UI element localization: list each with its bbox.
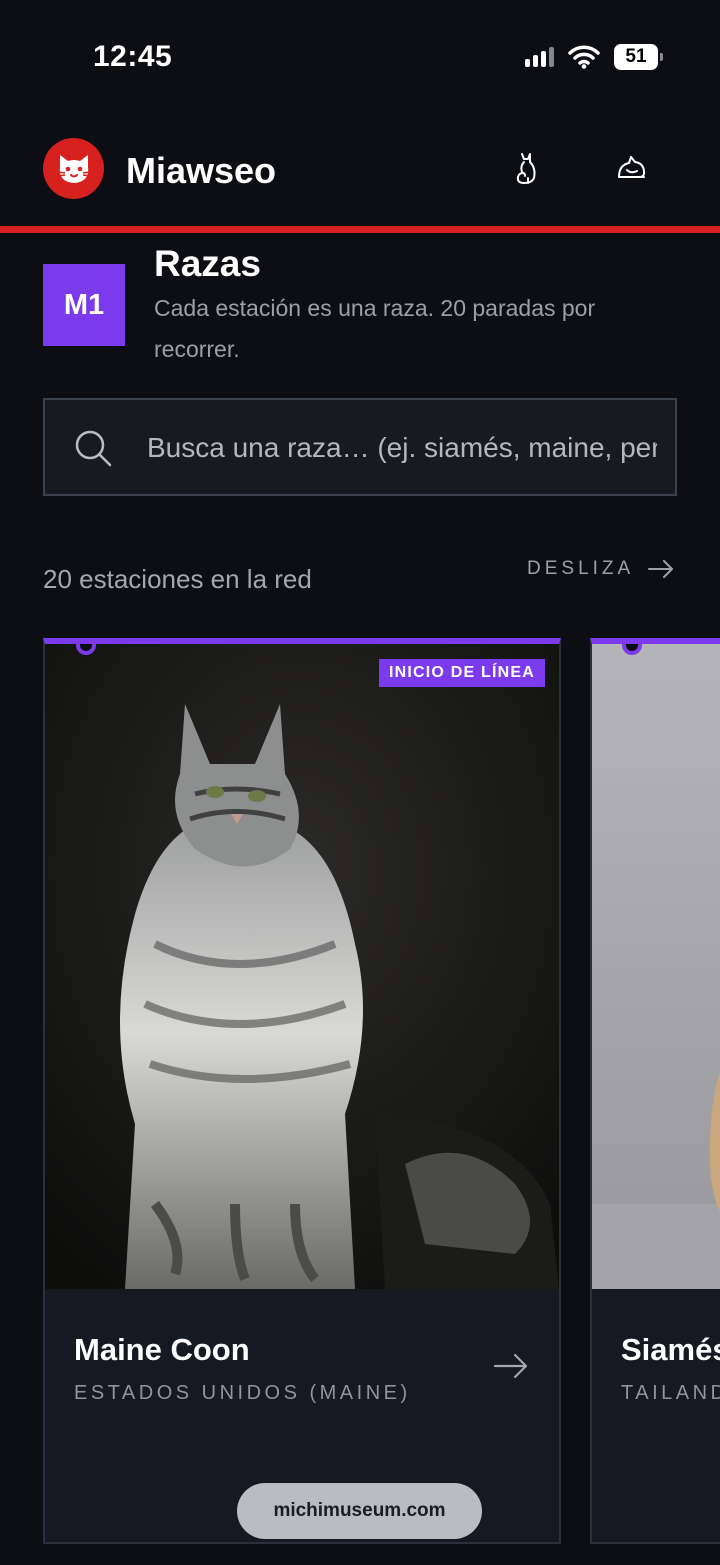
cat-sleeping-icon[interactable] [613,150,649,186]
cat-logo-icon[interactable] [43,138,104,199]
search-box[interactable] [43,398,677,496]
browser-url-bar[interactable]: michimuseum.com [237,1483,482,1539]
swipe-label: DESLIZA [527,558,635,579]
maine-coon-photo [45,644,559,1289]
page-subtitle: Cada estación es una raza. 20 paradas po… [154,295,596,362]
breed-name: Siamés [621,1332,720,1367]
header-divider [0,226,720,233]
breed-origin: ESTADOS UNIDOS (MAINE) [74,1382,411,1404]
status-icons: 51 [525,44,663,70]
battery-indicator: 51 [614,44,663,70]
search-input[interactable] [147,420,657,476]
search-icon [75,430,112,467]
breed-card[interactable]: Siamés TAILANDIA [590,638,720,1544]
arrow-right-icon [648,560,674,578]
sitting-cat-icon[interactable] [510,150,546,186]
breed-card[interactable]: INICIO DE LÍNEA Maine Coon ESTADOS UNIDO… [43,638,561,1544]
station-count: 20 estaciones en la red [43,564,312,594]
arrow-right-icon[interactable] [493,1350,529,1382]
cellular-signal-icon [525,47,554,67]
status-time: 12:45 [93,40,173,73]
line-badge: M1 [43,264,125,346]
swipe-hint[interactable]: DESLIZA [527,558,674,580]
page-title: Razas [154,243,261,284]
wifi-icon [568,45,600,69]
breed-name: Maine Coon [74,1332,250,1367]
breed-origin: TAILANDIA [621,1382,720,1404]
app-header: Miawseo [0,136,720,206]
siamese-photo [592,644,720,1289]
app-title: Miawseo [126,150,277,191]
line-start-badge: INICIO DE LÍNEA [378,659,545,687]
